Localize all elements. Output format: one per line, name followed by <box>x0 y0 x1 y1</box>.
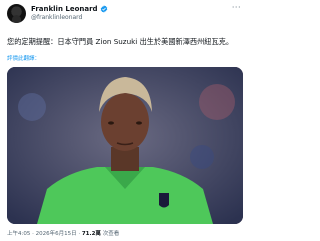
author-handle[interactable]: @franklinleonard <box>31 14 82 21</box>
author-avatar[interactable] <box>7 4 26 23</box>
tweet-header: Franklin Leonard @franklinleonard ··· <box>7 4 243 28</box>
meta-separator: · <box>32 231 34 237</box>
verified-badge-icon <box>100 5 107 13</box>
view-count: 71.2萬 <box>81 231 101 237</box>
meta-separator: · <box>78 231 81 237</box>
tweet-date[interactable]: 2026年6月15日 <box>36 231 77 237</box>
views-label: 次查看 <box>102 231 120 237</box>
more-options-icon[interactable]: ··· <box>232 4 241 12</box>
tweet-photo[interactable] <box>7 67 243 224</box>
rate-translation-link[interactable]: 評價此翻譯： <box>7 54 40 62</box>
tweet-text: 您的定期提醒：日本守門員 Zion Suzuki 出生於美國新澤西州紐瓦克。 <box>7 37 234 46</box>
tweet-meta: 上午4:05 · 2026年6月15日 · 71.2萬 次查看 <box>7 229 119 237</box>
author-name-row: Franklin Leonard <box>31 4 108 14</box>
player-photo-illustration <box>7 67 243 224</box>
tweet-time[interactable]: 上午4:05 <box>7 231 30 237</box>
author-name[interactable]: Franklin Leonard <box>31 5 98 13</box>
